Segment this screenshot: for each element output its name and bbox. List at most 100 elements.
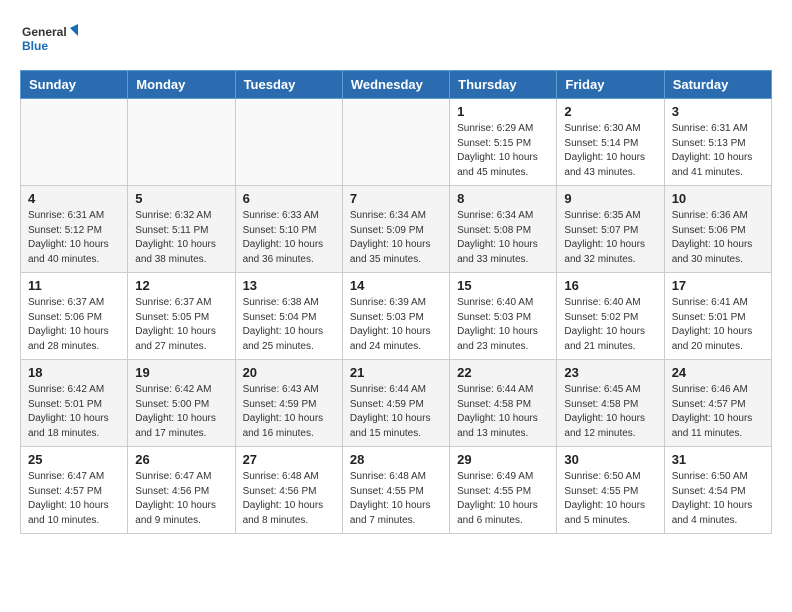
day-number: 17 <box>672 278 764 293</box>
calendar-cell <box>128 99 235 186</box>
calendar-cell: 9 Sunrise: 6:35 AM Sunset: 5:07 PM Daylig… <box>557 186 664 273</box>
day-info: Sunrise: 6:47 AM Sunset: 4:57 PM Dayligh… <box>28 470 120 528</box>
day-number: 3 <box>672 104 764 119</box>
day-info: Sunrise: 6:42 AM Sunset: 5:00 PM Dayligh… <box>135 383 227 441</box>
day-info: Sunrise: 6:34 AM Sunset: 5:08 PM Dayligh… <box>457 209 549 267</box>
calendar-cell: 28 Sunrise: 6:48 AM Sunset: 4:55 PM Dayli… <box>342 447 449 534</box>
day-number: 27 <box>243 452 335 467</box>
page-header: General Blue <box>20 20 772 60</box>
week-row-4: 18 Sunrise: 6:42 AM Sunset: 5:01 PM Dayli… <box>21 360 772 447</box>
day-info: Sunrise: 6:48 AM Sunset: 4:55 PM Dayligh… <box>350 470 442 528</box>
calendar-table: SundayMondayTuesdayWednesdayThursdayFrid… <box>20 70 772 534</box>
calendar-cell: 30Sunrise: 6:50 AM Sunset: 4:55 PM Dayli… <box>557 447 664 534</box>
logo: General Blue <box>20 20 80 60</box>
calendar-cell: 27 Sunrise: 6:48 AM Sunset: 4:56 PM Dayli… <box>235 447 342 534</box>
day-number: 1 <box>457 104 549 119</box>
calendar-cell: 18 Sunrise: 6:42 AM Sunset: 5:01 PM Dayli… <box>21 360 128 447</box>
calendar-cell: 29 Sunrise: 6:49 AM Sunset: 4:55 PM Dayli… <box>450 447 557 534</box>
day-number: 23 <box>564 365 656 380</box>
day-info: Sunrise: 6:45 AM Sunset: 4:58 PM Dayligh… <box>564 383 656 441</box>
day-info: Sunrise: 6:41 AM Sunset: 5:01 PM Dayligh… <box>672 296 764 354</box>
weekday-friday: Friday <box>557 71 664 99</box>
calendar-cell: 17 Sunrise: 6:41 AM Sunset: 5:01 PM Dayli… <box>664 273 771 360</box>
day-number: 2 <box>564 104 656 119</box>
day-info: Sunrise: 6:40 AM Sunset: 5:02 PM Dayligh… <box>564 296 656 354</box>
day-info: Sunrise: 6:40 AM Sunset: 5:03 PM Dayligh… <box>457 296 549 354</box>
day-number: 22 <box>457 365 549 380</box>
week-row-1: 1 Sunrise: 6:29 AM Sunset: 5:15 PM Daylig… <box>21 99 772 186</box>
calendar-cell: 6 Sunrise: 6:33 AM Sunset: 5:10 PM Daylig… <box>235 186 342 273</box>
day-info: Sunrise: 6:49 AM Sunset: 4:55 PM Dayligh… <box>457 470 549 528</box>
weekday-saturday: Saturday <box>664 71 771 99</box>
day-info: Sunrise: 6:34 AM Sunset: 5:09 PM Dayligh… <box>350 209 442 267</box>
day-number: 20 <box>243 365 335 380</box>
week-row-5: 25Sunrise: 6:47 AM Sunset: 4:57 PM Dayli… <box>21 447 772 534</box>
day-info: Sunrise: 6:37 AM Sunset: 5:06 PM Dayligh… <box>28 296 120 354</box>
calendar-cell: 31Sunrise: 6:50 AM Sunset: 4:54 PM Dayli… <box>664 447 771 534</box>
svg-text:Blue: Blue <box>22 39 48 53</box>
weekday-monday: Monday <box>128 71 235 99</box>
day-number: 31 <box>672 452 764 467</box>
day-info: Sunrise: 6:47 AM Sunset: 4:56 PM Dayligh… <box>135 470 227 528</box>
day-info: Sunrise: 6:37 AM Sunset: 5:05 PM Dayligh… <box>135 296 227 354</box>
calendar-cell: 21Sunrise: 6:44 AM Sunset: 4:59 PM Dayli… <box>342 360 449 447</box>
day-number: 15 <box>457 278 549 293</box>
calendar-cell: 16Sunrise: 6:40 AM Sunset: 5:02 PM Dayli… <box>557 273 664 360</box>
calendar-cell: 15 Sunrise: 6:40 AM Sunset: 5:03 PM Dayli… <box>450 273 557 360</box>
day-number: 24 <box>672 365 764 380</box>
calendar-cell: 4 Sunrise: 6:31 AM Sunset: 5:12 PM Daylig… <box>21 186 128 273</box>
day-info: Sunrise: 6:31 AM Sunset: 5:12 PM Dayligh… <box>28 209 120 267</box>
day-info: Sunrise: 6:42 AM Sunset: 5:01 PM Dayligh… <box>28 383 120 441</box>
calendar-cell: 19Sunrise: 6:42 AM Sunset: 5:00 PM Dayli… <box>128 360 235 447</box>
calendar-cell <box>21 99 128 186</box>
day-info: Sunrise: 6:36 AM Sunset: 5:06 PM Dayligh… <box>672 209 764 267</box>
calendar-cell: 13 Sunrise: 6:38 AM Sunset: 5:04 PM Dayli… <box>235 273 342 360</box>
week-row-3: 11 Sunrise: 6:37 AM Sunset: 5:06 PM Dayli… <box>21 273 772 360</box>
day-info: Sunrise: 6:50 AM Sunset: 4:55 PM Dayligh… <box>564 470 656 528</box>
calendar-cell: 3Sunrise: 6:31 AM Sunset: 5:13 PM Daylig… <box>664 99 771 186</box>
day-number: 14 <box>350 278 442 293</box>
calendar-cell <box>342 99 449 186</box>
calendar-cell: 5Sunrise: 6:32 AM Sunset: 5:11 PM Daylig… <box>128 186 235 273</box>
svg-text:General: General <box>22 25 67 39</box>
day-number: 13 <box>243 278 335 293</box>
day-info: Sunrise: 6:29 AM Sunset: 5:15 PM Dayligh… <box>457 122 549 180</box>
day-info: Sunrise: 6:46 AM Sunset: 4:57 PM Dayligh… <box>672 383 764 441</box>
day-info: Sunrise: 6:38 AM Sunset: 5:04 PM Dayligh… <box>243 296 335 354</box>
day-number: 29 <box>457 452 549 467</box>
day-info: Sunrise: 6:33 AM Sunset: 5:10 PM Dayligh… <box>243 209 335 267</box>
calendar-cell: 1 Sunrise: 6:29 AM Sunset: 5:15 PM Daylig… <box>450 99 557 186</box>
day-number: 18 <box>28 365 120 380</box>
day-number: 11 <box>28 278 120 293</box>
day-info: Sunrise: 6:35 AM Sunset: 5:07 PM Dayligh… <box>564 209 656 267</box>
calendar-cell: 20Sunrise: 6:43 AM Sunset: 4:59 PM Dayli… <box>235 360 342 447</box>
calendar-cell: 22 Sunrise: 6:44 AM Sunset: 4:58 PM Dayli… <box>450 360 557 447</box>
day-info: Sunrise: 6:39 AM Sunset: 5:03 PM Dayligh… <box>350 296 442 354</box>
logo-svg: General Blue <box>20 20 80 60</box>
calendar-cell: 25Sunrise: 6:47 AM Sunset: 4:57 PM Dayli… <box>21 447 128 534</box>
day-number: 8 <box>457 191 549 206</box>
weekday-header-row: SundayMondayTuesdayWednesdayThursdayFrid… <box>21 71 772 99</box>
weekday-thursday: Thursday <box>450 71 557 99</box>
day-number: 21 <box>350 365 442 380</box>
day-number: 9 <box>564 191 656 206</box>
calendar-cell: 2 Sunrise: 6:30 AM Sunset: 5:14 PM Daylig… <box>557 99 664 186</box>
day-number: 28 <box>350 452 442 467</box>
day-info: Sunrise: 6:48 AM Sunset: 4:56 PM Dayligh… <box>243 470 335 528</box>
weekday-sunday: Sunday <box>21 71 128 99</box>
calendar-cell: 12 Sunrise: 6:37 AM Sunset: 5:05 PM Dayli… <box>128 273 235 360</box>
day-info: Sunrise: 6:44 AM Sunset: 4:58 PM Dayligh… <box>457 383 549 441</box>
day-number: 26 <box>135 452 227 467</box>
calendar-cell <box>235 99 342 186</box>
calendar-cell: 14 Sunrise: 6:39 AM Sunset: 5:03 PM Dayli… <box>342 273 449 360</box>
day-number: 12 <box>135 278 227 293</box>
day-number: 4 <box>28 191 120 206</box>
calendar-cell: 26 Sunrise: 6:47 AM Sunset: 4:56 PM Dayli… <box>128 447 235 534</box>
calendar-cell: 24 Sunrise: 6:46 AM Sunset: 4:57 PM Dayli… <box>664 360 771 447</box>
day-info: Sunrise: 6:30 AM Sunset: 5:14 PM Dayligh… <box>564 122 656 180</box>
weekday-tuesday: Tuesday <box>235 71 342 99</box>
calendar-cell: 11 Sunrise: 6:37 AM Sunset: 5:06 PM Dayli… <box>21 273 128 360</box>
calendar-cell: 10Sunrise: 6:36 AM Sunset: 5:06 PM Dayli… <box>664 186 771 273</box>
day-number: 6 <box>243 191 335 206</box>
calendar-cell: 23 Sunrise: 6:45 AM Sunset: 4:58 PM Dayli… <box>557 360 664 447</box>
